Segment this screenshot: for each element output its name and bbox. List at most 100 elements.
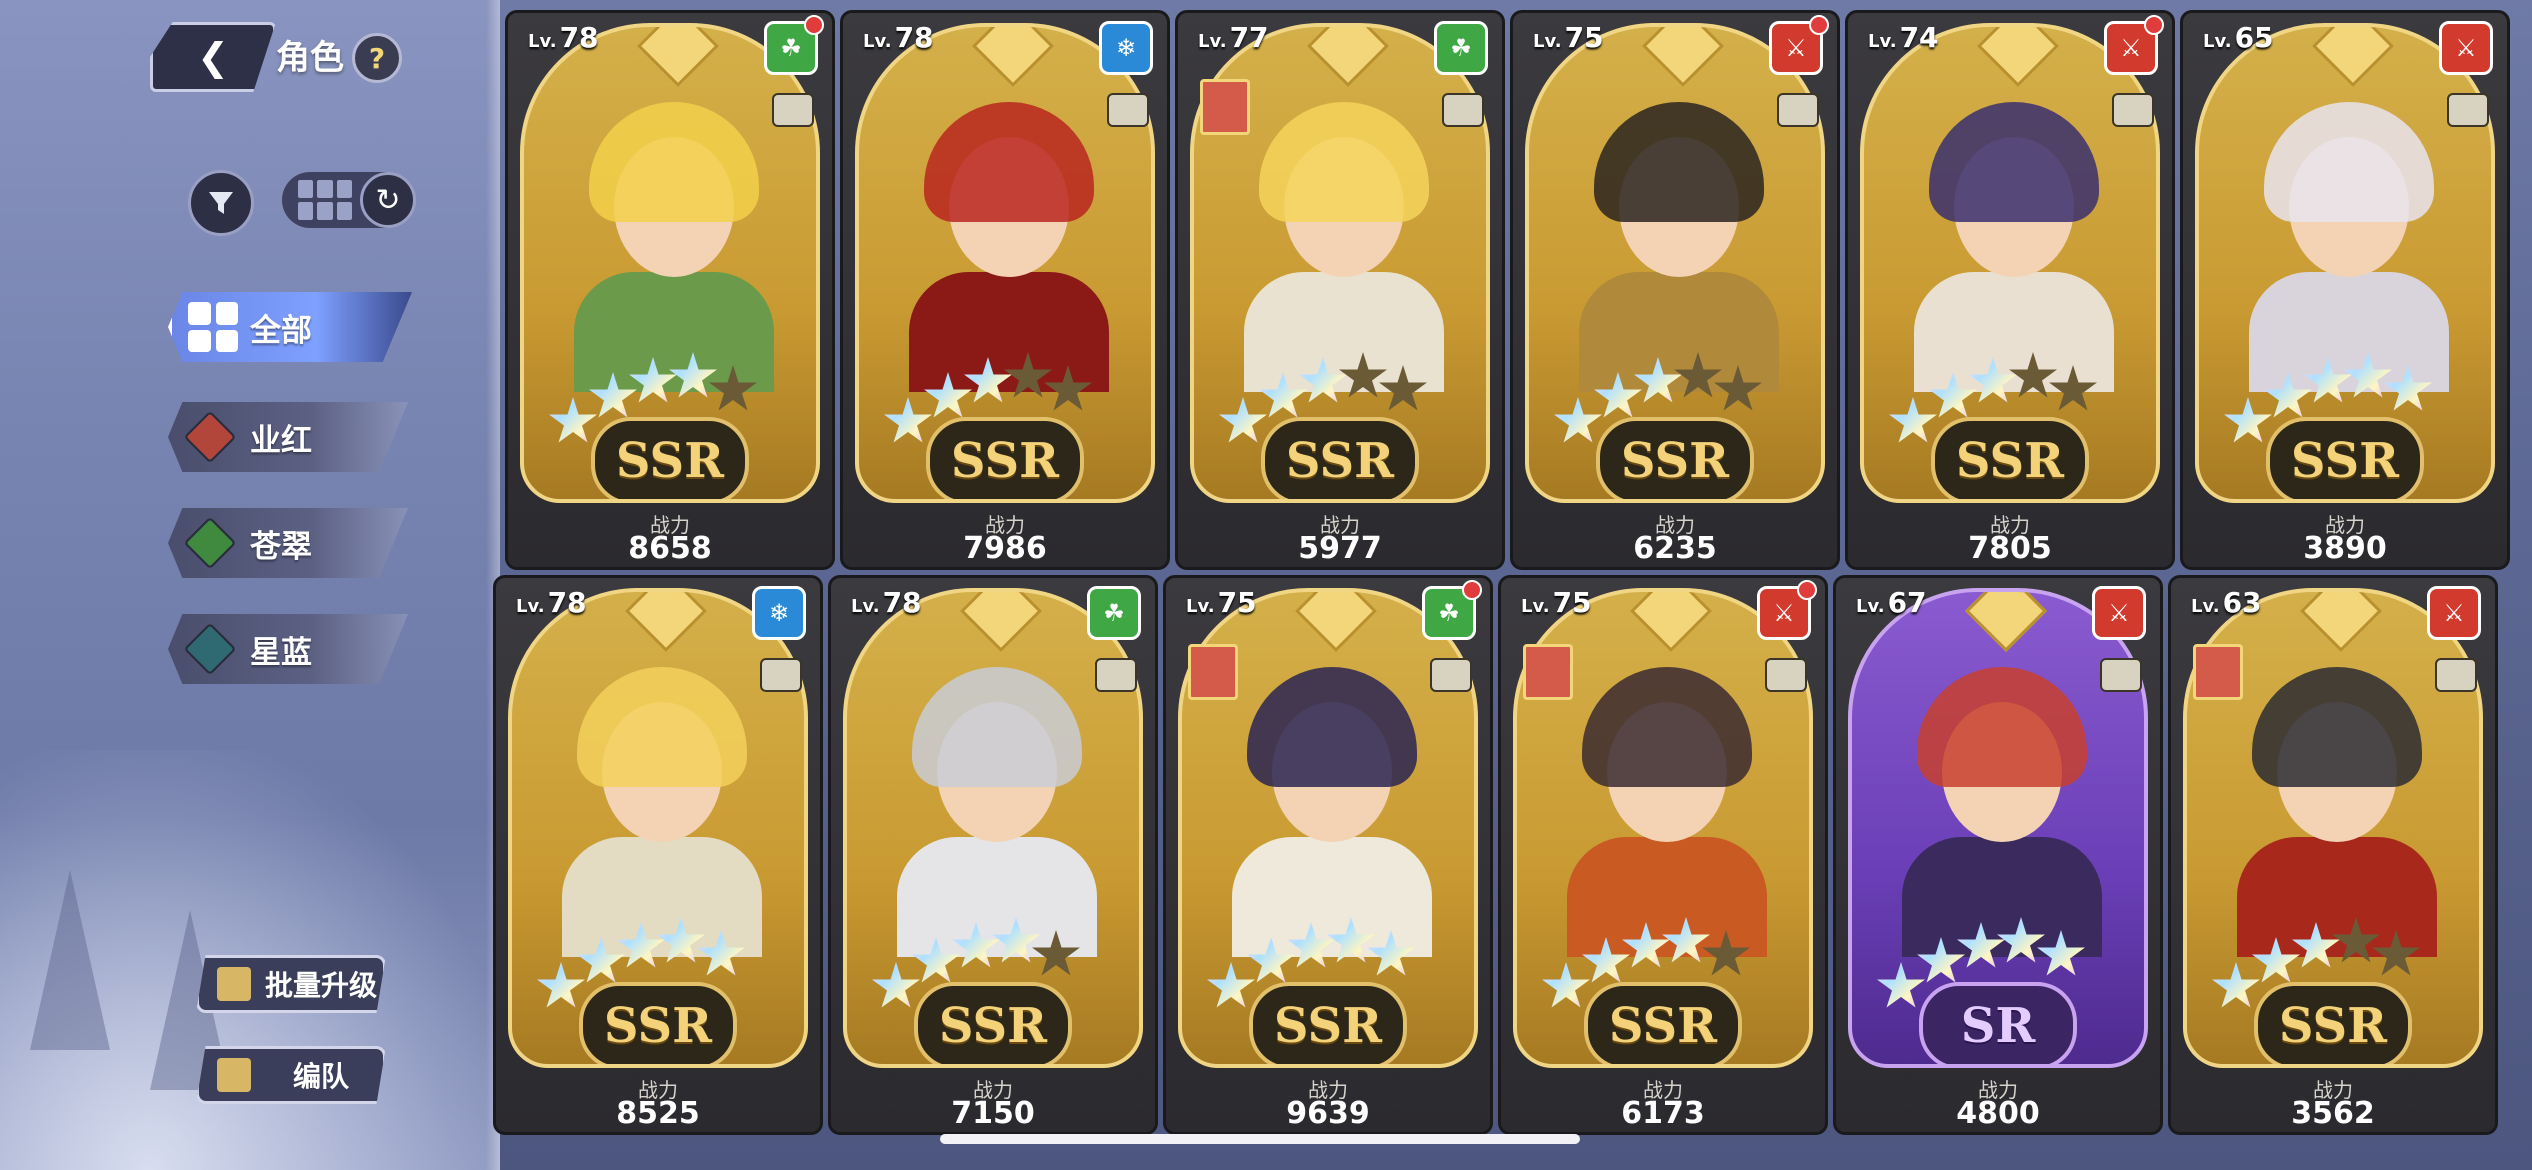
character-card[interactable]: SSR Lv. 78 ☘ 战力 8658: [505, 10, 835, 570]
notification-dot: [1462, 580, 1482, 600]
character-card[interactable]: SSR Lv. 63 ⚔ 战力 3562: [2168, 575, 2498, 1135]
power-value: 6173: [1621, 1096, 1705, 1131]
star-icon: [1044, 365, 1092, 411]
guild-emblem-icon: [1523, 644, 1573, 700]
character-hair: [912, 667, 1082, 787]
star-icon: [669, 352, 717, 398]
character-card[interactable]: SSR Lv. 78 ❄ 战力 7986: [840, 10, 1170, 570]
mask-icon: [2435, 658, 2477, 692]
crest-ornament: [1294, 592, 1378, 653]
level-label: Lv. 63: [2191, 586, 2262, 619]
mask-icon: [1777, 93, 1819, 127]
level-value: 65: [2234, 21, 2274, 54]
character-portrait: [1557, 647, 1777, 957]
character-card[interactable]: SSR Lv. 77 ☘ 战力 5977: [1175, 10, 1505, 570]
power-value: 3890: [2303, 531, 2387, 566]
character-card[interactable]: SSR Lv. 74 ⚔ 战力 7805: [1845, 10, 2175, 570]
star-icon: [1367, 930, 1415, 976]
filter-button[interactable]: [188, 170, 254, 236]
star-icon: [657, 917, 705, 963]
level-prefix: Lv.: [1856, 596, 1885, 617]
category-tab-1[interactable]: 业红: [168, 402, 408, 472]
refresh-icon[interactable]: ↻: [360, 172, 416, 228]
star-icon: [2304, 357, 2352, 403]
rarity-badge: SSR: [1596, 417, 1754, 499]
mask-icon: [760, 658, 802, 692]
crest-ornament: [636, 27, 720, 88]
grid-view-icon[interactable]: [298, 180, 352, 220]
level-value: 78: [882, 586, 922, 619]
character-card[interactable]: SSR Lv. 78 ❄ 战力 8525: [493, 575, 823, 1135]
star-icon: [2384, 365, 2432, 411]
all-category-icon: [188, 302, 238, 352]
batch-upgrade-button[interactable]: 批量升级: [196, 955, 386, 1013]
character-card[interactable]: SSR Lv. 78 ☘ 战力 7150: [828, 575, 1158, 1135]
star-icon: [2009, 352, 2057, 398]
element-diamond-icon: [183, 410, 237, 464]
star-icon: [1714, 365, 1762, 411]
character-card[interactable]: SSR Lv. 75 ☘ 战力 9639: [1163, 575, 1493, 1135]
character-portrait: [1222, 647, 1442, 957]
guild-emblem-icon: [1188, 644, 1238, 700]
level-label: Lv. 75: [1533, 21, 1604, 54]
character-hair: [924, 102, 1094, 222]
home-indicator[interactable]: [940, 1134, 1580, 1144]
crest-ornament: [2299, 592, 2383, 653]
star-icon: [1299, 357, 1347, 403]
character-card[interactable]: SSR Lv. 65 ⚔ 战力 3890: [2180, 10, 2510, 570]
level-prefix: Lv.: [1198, 31, 1227, 52]
category-tab-3[interactable]: 星蓝: [168, 614, 408, 684]
star-icon: [617, 922, 665, 968]
mask-icon: [1765, 658, 1807, 692]
back-button[interactable]: ❮: [150, 22, 276, 92]
category-tab-0[interactable]: 全部: [168, 292, 412, 362]
power-value: 8525: [616, 1096, 700, 1131]
crest-ornament: [2311, 27, 2395, 88]
star-icon: [1877, 962, 1925, 1008]
star-icon: [992, 917, 1040, 963]
rarity-badge: SR: [1919, 982, 2077, 1064]
element-diamond-icon: [183, 516, 237, 570]
character-hair: [1582, 667, 1752, 787]
guild-emblem-icon: [2193, 644, 2243, 700]
rarity-badge: SSR: [2254, 982, 2412, 1064]
level-value: 74: [1899, 21, 1939, 54]
star-icon: [1339, 352, 1387, 398]
level-value: 75: [1217, 586, 1257, 619]
level-label: Lv. 67: [1856, 586, 1927, 619]
star-icon: [2037, 930, 2085, 976]
help-button[interactable]: ?: [352, 33, 402, 83]
mask-icon: [2447, 93, 2489, 127]
back-arrow-icon: ❮: [197, 35, 229, 79]
team-button[interactable]: 编队: [196, 1046, 386, 1104]
star-icon: [2332, 917, 2380, 963]
category-tab-2[interactable]: 苍翠: [168, 508, 408, 578]
level-label: Lv. 78: [863, 21, 934, 54]
notification-dot: [1809, 15, 1829, 35]
crest-ornament: [1629, 592, 1713, 653]
character-card[interactable]: SSR Lv. 75 ⚔ 战力 6173: [1498, 575, 1828, 1135]
element-green-icon: ☘: [1087, 586, 1141, 640]
element-blue-icon: ❄: [1099, 21, 1153, 75]
level-value: 78: [559, 21, 599, 54]
character-card[interactable]: SR Lv. 67 ⚔ 战力 4800: [1833, 575, 2163, 1135]
mask-icon: [1442, 93, 1484, 127]
character-hair: [1247, 667, 1417, 787]
mask-icon: [1430, 658, 1472, 692]
power-value: 7986: [963, 531, 1047, 566]
star-icon: [2292, 922, 2340, 968]
team-icon: [217, 1058, 251, 1092]
star-icon: [872, 962, 920, 1008]
notification-dot: [2144, 15, 2164, 35]
star-icon: [1032, 930, 1080, 976]
power-value: 9639: [1286, 1096, 1370, 1131]
sidebar: ❮ 角色 ? ↻ 全部 业红 苍翠 星蓝 批量升级 编队: [0, 0, 500, 1170]
level-value: 63: [2222, 586, 2262, 619]
power-value: 6235: [1633, 531, 1717, 566]
element-red-icon: ⚔: [2439, 21, 2493, 75]
view-toggle[interactable]: ↻: [282, 172, 416, 228]
power-value: 7805: [1968, 531, 2052, 566]
category-label: 全部: [250, 312, 312, 349]
rarity-badge: SSR: [1261, 417, 1419, 499]
character-card[interactable]: SSR Lv. 75 ⚔ 战力 6235: [1510, 10, 1840, 570]
